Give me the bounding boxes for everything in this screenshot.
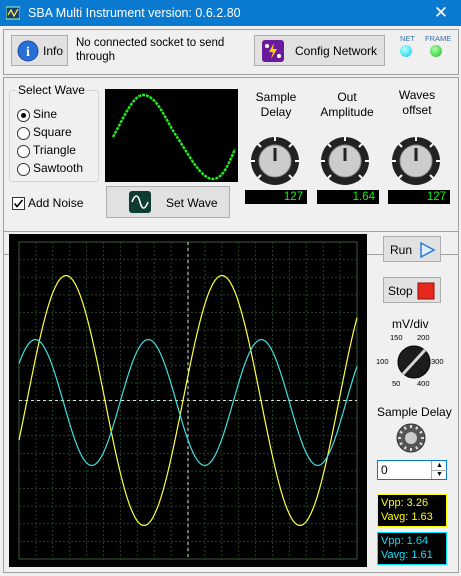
radio-sawtooth-dot[interactable] <box>17 163 30 176</box>
info-icon: i <box>17 40 39 62</box>
radio-square-dot[interactable] <box>17 127 30 140</box>
sine-wave-icon <box>129 191 151 213</box>
waves-offset-readout: 127 <box>388 190 450 204</box>
info-label: Info <box>43 44 64 58</box>
radio-triangle[interactable]: Triangle <box>17 143 97 159</box>
frame-label: FRAME <box>425 34 452 43</box>
dial-tick <box>403 446 407 450</box>
status-text: No connected socket to send through <box>76 37 225 63</box>
mv-div-tick-100: 100 <box>376 357 389 366</box>
radio-sawtooth[interactable]: Sawtooth <box>17 161 97 177</box>
cyan-vpp: Vpp: 1.64 <box>381 535 429 547</box>
window-title: SBA Multi Instrument version: 0.6.2.80 <box>28 6 241 20</box>
close-button[interactable]: ✕ <box>428 2 454 24</box>
dial-tick <box>403 426 407 430</box>
oscilloscope-plot <box>18 241 358 560</box>
out-amplitude-readout: 1.64 <box>317 190 379 204</box>
network-icon <box>262 40 284 62</box>
add-noise-label: Add Noise <box>28 196 84 210</box>
mv-div-tick-300: 300 <box>431 357 444 366</box>
wave-preview-trace <box>111 93 237 181</box>
radio-sine-dot[interactable] <box>17 109 30 122</box>
frame-led <box>430 45 442 57</box>
add-noise-checkbox[interactable]: Add Noise <box>12 196 102 212</box>
checkbox-check-icon[interactable] <box>12 197 25 210</box>
mv-div-label: mV/div <box>392 317 429 331</box>
sample-delay-knob-label: Sample Delay <box>255 90 297 119</box>
config-network-button[interactable]: Config Network <box>254 35 385 66</box>
spin-down-icon[interactable]: ▼ <box>431 470 447 479</box>
dial-tick <box>419 430 423 434</box>
net-led <box>400 45 412 57</box>
mv-div-tick-400: 400 <box>417 379 430 388</box>
dial-tick <box>399 430 403 434</box>
net-label: NET <box>400 34 415 43</box>
run-button[interactable]: Run <box>383 236 441 262</box>
stop-button[interactable]: Stop <box>383 277 441 303</box>
mv-div-tick-50: 50 <box>392 379 401 388</box>
yellow-vavg: Vavg: 1.63 <box>381 511 433 523</box>
sample-delay-knob[interactable] <box>250 136 300 186</box>
radio-sine-label: Sine <box>33 107 58 121</box>
app-icon <box>5 6 21 20</box>
radio-triangle-dot[interactable] <box>17 145 30 158</box>
set-wave-label: Set Wave <box>166 196 218 210</box>
dial-tick <box>419 442 423 446</box>
svg-text:i: i <box>26 45 30 60</box>
title-bar: SBA Multi Instrument version: 0.6.2.80 ✕ <box>0 0 461 26</box>
waves-offset-knob-label: Waves offset <box>398 88 436 117</box>
stop-icon <box>417 282 435 300</box>
yellow-measurements: Vpp: 3.26 Vavg: 1.63 <box>377 494 447 527</box>
radio-triangle-label: Triangle <box>33 143 76 157</box>
mv-div-knob[interactable] <box>396 344 432 380</box>
radio-sawtooth-label: Sawtooth <box>33 161 84 175</box>
sample-delay-readout: 127 <box>245 190 307 204</box>
play-icon <box>420 241 436 259</box>
cyan-vavg: Vavg: 1.61 <box>381 549 433 561</box>
set-wave-button[interactable]: Set Wave <box>106 186 230 218</box>
dial-tick <box>415 446 419 450</box>
client-area: i Info No connected socket to send throu… <box>0 26 461 576</box>
mv-div-tick-200: 200 <box>417 333 430 342</box>
sample-delay-spinbox[interactable]: 0 ▲ ▼ <box>377 460 447 480</box>
sample-delay-label: Sample Delay <box>377 405 452 419</box>
config-network-label: Config Network <box>295 44 378 58</box>
radio-square-label: Square <box>33 125 72 139</box>
radio-sine[interactable]: Sine <box>17 107 97 123</box>
oscilloscope-screen <box>9 234 367 567</box>
out-amplitude-knob[interactable] <box>320 136 370 186</box>
info-button[interactable]: i Info <box>11 35 68 66</box>
waves-offset-knob[interactable] <box>391 136 441 186</box>
dial-tick <box>399 442 403 446</box>
select-wave-label: Select Wave <box>16 83 87 97</box>
mv-div-tick-150: 150 <box>390 333 403 342</box>
wave-preview-plot <box>111 93 237 181</box>
run-label: Run <box>390 243 413 257</box>
yellow-vpp: Vpp: 3.26 <box>381 497 429 509</box>
wave-preview <box>105 89 238 182</box>
radio-square[interactable]: Square <box>17 125 97 141</box>
stop-label: Stop <box>388 284 413 298</box>
out-amplitude-knob-label: Out Amplitude <box>320 90 374 119</box>
sample-delay-spin-value: 0 <box>381 463 388 477</box>
sample-delay-scope-knob[interactable] <box>395 422 427 454</box>
dial-tick <box>415 426 419 430</box>
cyan-measurements: Vpp: 1.64 Vavg: 1.61 <box>377 532 447 565</box>
